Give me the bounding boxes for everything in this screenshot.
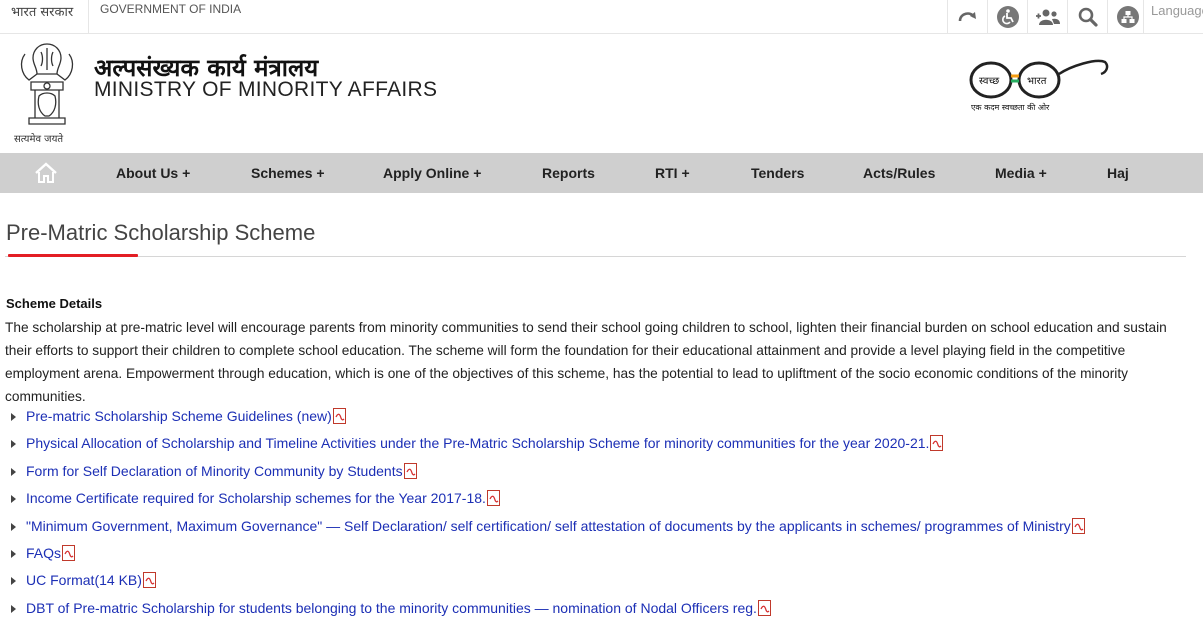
bullet-arrow-icon [11, 605, 16, 613]
link-guidelines[interactable]: Pre-matric Scholarship Scheme Guidelines… [26, 408, 332, 424]
link-self-declaration-form[interactable]: Form for Self Declaration of Minority Co… [26, 463, 403, 479]
gov-topbar: भारत सरकार GOVERNMENT OF INDIA Language [0, 0, 1203, 34]
sitemap-users-icon[interactable] [1027, 0, 1067, 33]
nav-tenders[interactable]: Tenders [751, 153, 804, 193]
pdf-icon[interactable] [142, 572, 156, 588]
list-item: Pre-matric Scholarship Scheme Guidelines… [11, 405, 346, 427]
title-accent-bar [8, 254, 138, 257]
link-uc-format[interactable]: UC Format(14 KB) [26, 572, 142, 588]
nav-haj[interactable]: Haj [1107, 153, 1129, 193]
scheme-description: The scholarship at pre-matric level will… [5, 320, 1167, 404]
page-title: Pre-Matric Scholarship Scheme [6, 220, 316, 245]
nav-reports[interactable]: Reports [542, 153, 595, 193]
language-selector[interactable]: Language [1143, 0, 1203, 33]
swachh-right-text: भारत [1027, 76, 1047, 87]
pdf-icon[interactable] [332, 408, 346, 424]
divider [88, 0, 89, 33]
nav-about-us[interactable]: About Us + [116, 153, 190, 193]
link-physical-allocation[interactable]: Physical Allocation of Scholarship and T… [26, 435, 929, 451]
skip-to-content-icon[interactable] [947, 0, 987, 33]
swachh-tagline: एक कदम स्वच्छता की ओर [971, 102, 1050, 112]
ministry-name-english[interactable]: MINISTRY OF MINORITY AFFAIRS [94, 78, 437, 102]
link-minimum-government[interactable]: "Minimum Government, Maximum Governance"… [26, 518, 1071, 534]
link-income-certificate[interactable]: Income Certificate required for Scholars… [26, 490, 486, 506]
list-item: Form for Self Declaration of Minority Co… [11, 460, 417, 482]
gov-hindi-link[interactable]: भारत सरकार [11, 2, 73, 20]
utility-icons [947, 0, 1147, 33]
pdf-icon[interactable] [486, 490, 500, 506]
bullet-arrow-icon [11, 413, 16, 421]
pdf-icon[interactable] [757, 600, 771, 616]
bullet-arrow-icon [11, 523, 16, 531]
list-item: UC Format(14 KB) [11, 569, 156, 591]
gov-english-link[interactable]: GOVERNMENT OF INDIA [100, 2, 241, 16]
search-icon[interactable] [1067, 0, 1107, 33]
pdf-icon[interactable] [930, 435, 944, 451]
language-label: Language [1151, 3, 1203, 18]
bullet-arrow-icon [11, 550, 16, 558]
bullet-arrow-icon [11, 495, 16, 503]
section-heading: Scheme Details [6, 296, 103, 311]
title-divider [5, 256, 1186, 257]
emblem-caption: सत्यमेव जयते [14, 134, 64, 145]
list-item: Income Certificate required for Scholars… [11, 487, 500, 509]
list-item: "Minimum Government, Maximum Governance"… [11, 515, 1085, 537]
bullet-arrow-icon [11, 468, 16, 476]
nav-media[interactable]: Media + [995, 153, 1047, 193]
list-item: Physical Allocation of Scholarship and T… [11, 432, 944, 454]
nav-rti[interactable]: RTI + [655, 153, 690, 193]
swachh-left-text: स्वच्छ [979, 76, 999, 87]
pdf-icon[interactable] [403, 463, 417, 479]
home-icon[interactable] [34, 162, 58, 184]
accessibility-icon[interactable] [987, 0, 1027, 33]
bullet-arrow-icon [11, 577, 16, 585]
nav-schemes[interactable]: Schemes + [251, 153, 325, 193]
bullet-arrow-icon [11, 440, 16, 448]
pdf-icon[interactable] [1071, 518, 1085, 534]
nav-acts-rules[interactable]: Acts/Rules [863, 153, 935, 193]
link-faqs[interactable]: FAQs [26, 545, 61, 561]
list-item: DBT of Pre-matric Scholarship for studen… [11, 597, 771, 619]
list-item: FAQs [11, 542, 76, 564]
link-dbt-nodal-officers[interactable]: DBT of Pre-matric Scholarship for studen… [26, 600, 757, 616]
pdf-icon[interactable] [62, 545, 76, 561]
share-icon[interactable] [1107, 0, 1147, 33]
main-navigation: About Us + Schemes + Apply Online + Repo… [0, 153, 1203, 193]
swachh-bharat-logo[interactable]: स्वच्छ भारत एक कदम स्वच्छता की ओर [961, 50, 1111, 120]
nav-apply-online[interactable]: Apply Online + [383, 153, 481, 193]
